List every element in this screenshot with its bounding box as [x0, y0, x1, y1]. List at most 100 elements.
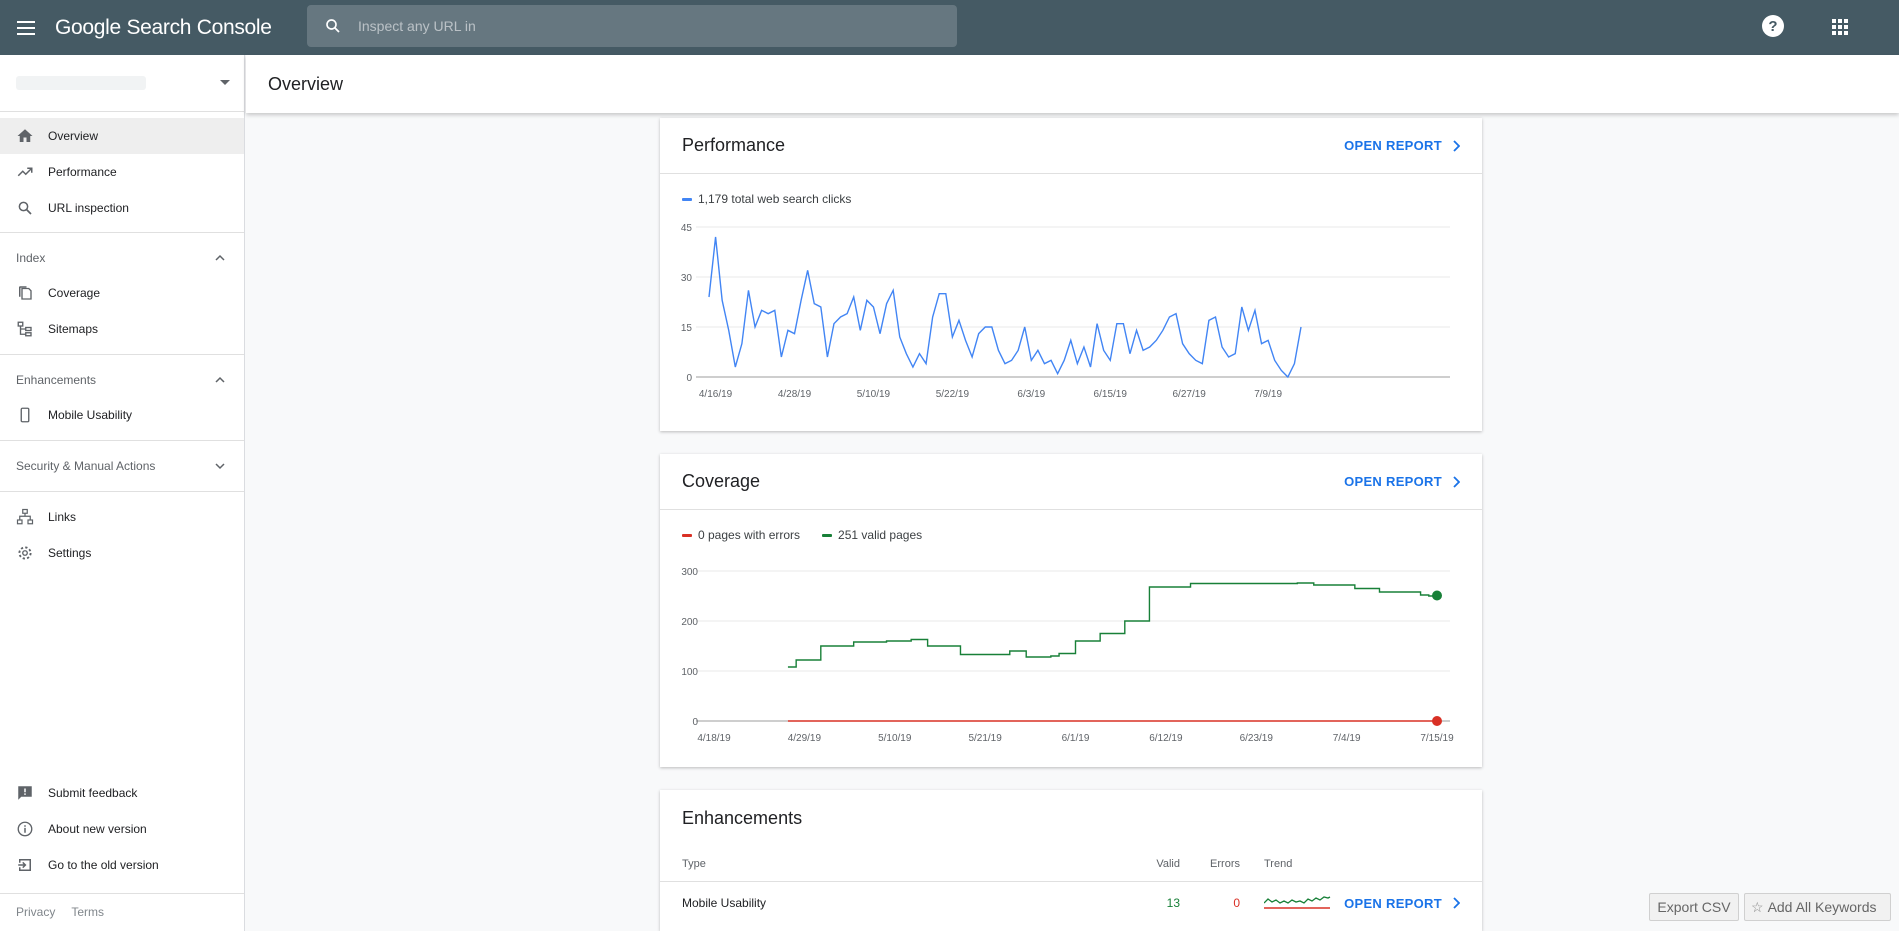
sidebar-item-label: Overview — [48, 129, 99, 143]
x-tick-label: 7/15/19 — [1420, 733, 1454, 744]
y-tick-label: 100 — [681, 667, 698, 678]
legend-swatch — [682, 533, 692, 537]
x-tick-label: 7/9/19 — [1254, 389, 1282, 400]
x-tick-label: 6/12/19 — [1149, 733, 1183, 744]
header-errors: Errors — [1210, 857, 1240, 870]
table-header-row: Type Valid Errors Trend — [660, 846, 1482, 882]
sidebar-item-mobile-usability[interactable]: Mobile Usability — [0, 397, 244, 433]
sidebar-item-label: Settings — [48, 546, 92, 560]
sidebar-item-label: Coverage — [48, 286, 101, 300]
sidebar-item-url-inspection[interactable]: URL inspection — [0, 190, 244, 226]
mobile-usability-open-report-button[interactable]: OPEN REPORT — [1344, 896, 1460, 911]
coverage-legend-valid[interactable]: 251 valid pages — [822, 528, 922, 542]
sidebar-bottom-section: Submit feedback About new version Go to … — [0, 775, 244, 894]
coverage-legend-errors[interactable]: 0 pages with errors — [682, 528, 800, 542]
coverage-open-report-button[interactable]: OPEN REPORT — [1344, 474, 1460, 489]
sidebar-item-old-version[interactable]: Go to the old version — [0, 847, 244, 883]
y-tick-label: 15 — [681, 323, 693, 334]
header-trend: Trend — [1264, 857, 1293, 870]
help-icon[interactable]: ? — [1762, 15, 1784, 37]
performance-title: Performance — [682, 135, 786, 155]
row-trend-sparkline — [1240, 894, 1331, 913]
add-all-keywords-button[interactable]: ☆ Add All Keywords — [1744, 893, 1891, 921]
sidebar-item-coverage[interactable]: Coverage — [0, 275, 244, 311]
property-selector[interactable] — [0, 55, 244, 112]
chevron-right-icon — [1453, 475, 1460, 488]
x-tick-label: 5/21/19 — [968, 733, 1002, 744]
chevron-down-icon — [215, 463, 225, 470]
legend-label: 0 pages with errors — [698, 528, 801, 542]
y-tick-label: 200 — [681, 617, 698, 628]
x-tick-label: 6/23/19 — [1240, 733, 1274, 744]
star-icon: ☆ — [1751, 898, 1764, 915]
y-tick-label: 30 — [681, 273, 693, 284]
privacy-link[interactable]: Privacy — [16, 905, 55, 919]
series-line — [787, 582, 1438, 668]
exit-icon — [18, 859, 31, 871]
chevron-right-icon — [1453, 139, 1460, 152]
y-tick-label: 0 — [686, 373, 692, 384]
copy-icon — [19, 286, 32, 300]
section-label: Security & Manual Actions — [16, 459, 156, 473]
sidebar-item-label: Go to the old version — [48, 858, 159, 872]
sidebar-item-sitemaps[interactable]: Sitemaps — [0, 311, 244, 347]
row-error-count: 0 — [1233, 896, 1240, 910]
coverage-title: Coverage — [682, 471, 761, 491]
open-report-label: OPEN REPORT — [1344, 474, 1442, 489]
series-line — [708, 236, 1302, 379]
sidebar-item-label: Links — [48, 510, 77, 524]
header-valid: Valid — [1156, 857, 1180, 870]
export-csv-button[interactable]: Export CSV — [1649, 893, 1739, 921]
performance-open-report-button[interactable]: OPEN REPORT — [1344, 138, 1460, 153]
section-label: Enhancements — [16, 373, 97, 387]
x-tick-label: 6/3/19 — [1017, 389, 1045, 400]
phone-icon — [20, 407, 30, 423]
x-tick-label: 6/15/19 — [1094, 389, 1128, 400]
x-tick-label: 4/18/19 — [697, 733, 731, 744]
apps-grid-icon[interactable] — [1830, 17, 1850, 37]
performance-chart: 0 15 30 45 4/16/19 4/28/19 5/10/19 5/22/19 6/3/1… — [681, 223, 1450, 400]
y-tick-label: 300 — [681, 567, 698, 578]
y-tick-label: 0 — [692, 717, 698, 728]
sidebar-item-settings[interactable]: Settings — [0, 535, 244, 571]
sidebar-item-about-new-version[interactable]: About new version — [0, 811, 244, 847]
page-title: Overview — [246, 55, 1899, 113]
x-tick-label: 5/22/19 — [936, 389, 970, 400]
sidebar-item-overview[interactable]: Overview — [0, 118, 244, 154]
sidebar-item-links[interactable]: Links — [0, 499, 244, 535]
menu-icon[interactable] — [0, 0, 52, 55]
row-valid-count: 13 — [1166, 896, 1180, 910]
x-tick-label: 6/1/19 — [1062, 733, 1090, 744]
x-tick-label: 5/10/19 — [878, 733, 912, 744]
sidebar-item-label: Mobile Usability — [48, 408, 133, 422]
sidebar-item-submit-feedback[interactable]: Submit feedback — [0, 775, 244, 811]
sidebar: Overview Performance URL inspection Inde… — [0, 55, 245, 931]
info-icon — [17, 821, 33, 837]
search-icon — [326, 19, 340, 33]
table-row[interactable]: Mobile Usability 13 0 OPEN REPORT — [660, 882, 1482, 924]
search-input[interactable] — [358, 18, 918, 34]
legend-label: 251 valid pages — [838, 528, 923, 542]
enhancements-table: Type Valid Errors Trend Mobile Usability… — [660, 846, 1482, 924]
sidebar-footer: Privacy Terms — [16, 905, 104, 919]
legend-swatch — [682, 197, 692, 201]
series-end-point — [1432, 716, 1442, 726]
legend-label: 1,179 total web search clicks — [698, 192, 852, 206]
sidebar-item-label: About new version — [48, 822, 147, 836]
sidebar-item-label: Submit feedback — [48, 786, 138, 800]
coverage-card: Coverage OPEN REPORT 0 pages with errors… — [660, 454, 1482, 767]
chevron-up-icon — [215, 254, 225, 261]
row-type: Mobile Usability — [682, 896, 767, 910]
x-tick-label: 4/29/19 — [788, 733, 822, 744]
sidebar-section-security[interactable]: Security & Manual Actions — [0, 441, 244, 491]
sidebar-item-label: Performance — [48, 165, 117, 179]
url-inspection-search[interactable] — [307, 5, 957, 47]
terms-link[interactable]: Terms — [71, 905, 104, 919]
y-tick-label: 45 — [681, 223, 693, 234]
divider — [0, 893, 244, 894]
sidebar-item-performance[interactable]: Performance — [0, 154, 244, 190]
header-type: Type — [682, 857, 706, 870]
section-label: Index — [16, 251, 46, 265]
performance-legend[interactable]: 1,179 total web search clicks — [682, 192, 851, 206]
search-icon — [18, 201, 32, 215]
